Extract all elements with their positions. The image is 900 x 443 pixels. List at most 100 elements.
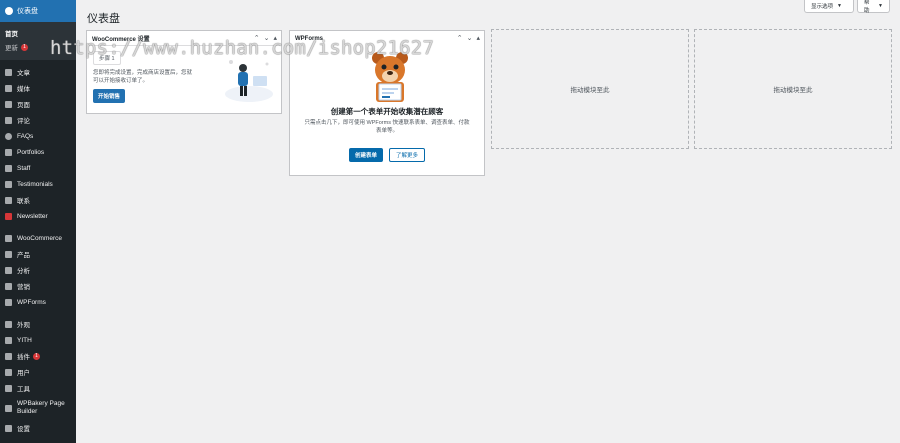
- learn-more-button[interactable]: 了解更多: [389, 148, 426, 162]
- sidebar-item-staff[interactable]: Staff: [0, 160, 76, 176]
- wpforms-description: 只需点击几下，即可使用 WPForms 快速联系表单、调查表单、付款表单等。: [304, 120, 470, 134]
- sidebar-item-label: 媒体: [17, 86, 30, 93]
- sidebar-item-label: 页面: [17, 102, 30, 109]
- widget-dropzone[interactable]: 拖动模块至此: [694, 29, 892, 149]
- help-button[interactable]: 帮助 ▼: [857, 0, 890, 14]
- faq-icon: [5, 132, 12, 140]
- move-down-icon[interactable]: ⌄: [264, 34, 270, 42]
- submenu-item-home[interactable]: 首页: [0, 26, 76, 40]
- sidebar-item-label: 分析: [17, 268, 30, 275]
- sidebar-item-label: 工具: [17, 386, 30, 393]
- sidebar-item-label: WPBakery Page Builder: [17, 400, 65, 415]
- appearance-icon: [5, 320, 12, 328]
- newsletter-icon: [5, 212, 12, 220]
- sidebar-item-label: 文章: [17, 70, 30, 77]
- pin-icon: [5, 68, 12, 76]
- sidebar-item-woocommerce[interactable]: WooCommerce: [0, 230, 76, 246]
- sidebar-item-label: 营销: [17, 284, 30, 291]
- sidebar-item-testimonials[interactable]: Testimonials: [0, 176, 76, 192]
- plugin-icon: [5, 352, 12, 360]
- caret-down-icon: ▼: [878, 3, 883, 9]
- screen-options-label: 显示选项: [811, 4, 834, 10]
- setup-illustration: [225, 60, 273, 102]
- sidebar-item-label: Newsletter: [17, 212, 48, 220]
- sidebar-item-users[interactable]: 用户: [0, 364, 76, 380]
- move-down-icon[interactable]: ⌄: [467, 34, 473, 42]
- main-content: 仪表盘 显示选项 ▼ 帮助 ▼ WooCommerce 设置 ⌃ ⌄ ▴ 步骤 1 …: [76, 0, 900, 443]
- sidebar-item-yith[interactable]: YITH: [0, 332, 76, 348]
- widget-body: 步骤 1 您即将完成设置，完成商店设置后，您就可以开始接收订单了。 开始销售: [87, 46, 281, 114]
- sidebar-item-faqs[interactable]: FAQs: [0, 128, 76, 144]
- wpbakery-icon: [5, 404, 12, 412]
- submenu-item-updates[interactable]: 更新 1: [0, 40, 76, 54]
- woocommerce-icon: [5, 234, 12, 242]
- move-up-icon[interactable]: ⌃: [254, 34, 260, 42]
- staff-icon: [5, 164, 12, 172]
- sidebar-item-dashboard[interactable]: 仪表盘: [0, 0, 76, 22]
- sidebar-item-label: 外观: [17, 322, 30, 329]
- sidebar-item-wpbakery[interactable]: WPBakery Page Builder: [0, 396, 76, 420]
- caret-down-icon: ▼: [837, 3, 842, 9]
- help-label: 帮助: [864, 0, 870, 14]
- analytics-icon: [5, 266, 12, 274]
- sidebar-item-newsletter[interactable]: Newsletter: [0, 208, 76, 224]
- sidebar-item-label: 设置: [17, 426, 30, 433]
- sidebar-item-analytics[interactable]: 分析: [0, 262, 76, 278]
- sidebar-item-label: 用户: [17, 370, 30, 377]
- sidebar-item-portfolios[interactable]: Portfolios: [0, 144, 76, 160]
- sidebar-item-comments[interactable]: 评论: [0, 112, 76, 128]
- sidebar-item-label: WooCommerce: [17, 234, 63, 242]
- submenu-label: 首页: [5, 31, 18, 38]
- sidebar-item-products[interactable]: 产品: [0, 246, 76, 262]
- sidebar-item-tools[interactable]: 工具: [0, 380, 76, 396]
- page-icon: [5, 100, 12, 108]
- sidebar-item-label: Portfolios: [17, 148, 45, 156]
- toggle-panel-icon[interactable]: ▴: [273, 34, 277, 42]
- marketing-icon: [5, 282, 12, 290]
- sidebar-item-label: 联系: [17, 198, 30, 205]
- toggle-panel-icon[interactable]: ▴: [476, 34, 480, 42]
- wpforms-heading: 创建第一个表单开始收集潜在顾客: [330, 107, 444, 116]
- setup-description: 您即将完成设置，完成商店设置后，您就可以开始接收订单了。: [93, 70, 193, 84]
- step-label: 步骤 1: [93, 51, 121, 65]
- move-up-icon[interactable]: ⌃: [457, 34, 463, 42]
- sidebar-item-contact[interactable]: 联系: [0, 192, 76, 208]
- dashboard-icon: [5, 7, 13, 15]
- testimonial-icon: [5, 180, 12, 188]
- sidebar-item-label: Staff: [17, 164, 31, 172]
- wpforms-bear-mascot-icon: [372, 52, 408, 102]
- plugin-update-badge: 1: [33, 352, 40, 360]
- sidebar-item-marketing[interactable]: 营销: [0, 278, 76, 294]
- start-selling-button[interactable]: 开始销售: [93, 89, 126, 103]
- widget-body: 创建第一个表单开始收集潜在顾客 只需点击几下，即可使用 WPForms 快速联系…: [290, 46, 484, 176]
- sidebar-item-media[interactable]: 媒体: [0, 80, 76, 96]
- dashboard-submenu: 首页 更新 1: [0, 22, 76, 60]
- sidebar-item-pages[interactable]: 页面: [0, 96, 76, 112]
- update-count-badge: 1: [21, 43, 28, 51]
- sidebar-item-appearance[interactable]: 外观: [0, 316, 76, 332]
- sidebar-item-label: Testimonials: [17, 180, 53, 188]
- sidebar-item-label: 插件: [17, 354, 30, 361]
- product-icon: [5, 250, 12, 258]
- widget-dropzone[interactable]: 拖动模块至此: [491, 29, 689, 149]
- sidebar-menu: 文章 媒体 页面 评论 FAQs Portfolios Staff Testim…: [0, 60, 76, 436]
- sidebar-item-label: YITH: [17, 336, 32, 344]
- sidebar-item-label: 产品: [17, 252, 30, 259]
- user-icon: [5, 368, 12, 376]
- media-icon: [5, 84, 12, 92]
- create-form-button[interactable]: 创建表单: [348, 148, 383, 162]
- woocommerce-setup-widget: WooCommerce 设置 ⌃ ⌄ ▴ 步骤 1 您即将完成设置，完成商店设置…: [86, 30, 282, 114]
- sidebar-item-posts[interactable]: 文章: [0, 64, 76, 80]
- widget-title: WooCommerce 设置: [92, 36, 150, 43]
- sidebar-item-plugins[interactable]: 插件 1: [0, 348, 76, 364]
- sidebar-item-label: 评论: [17, 118, 30, 125]
- widget-title: WPForms: [295, 35, 324, 42]
- portfolio-icon: [5, 148, 12, 156]
- yith-icon: [5, 336, 12, 344]
- tools-icon: [5, 384, 12, 392]
- settings-icon: [5, 424, 12, 432]
- sidebar-item-settings[interactable]: 设置: [0, 420, 76, 436]
- sidebar-item-wpforms[interactable]: WPForms: [0, 294, 76, 310]
- comment-icon: [5, 116, 12, 124]
- screen-options-button[interactable]: 显示选项 ▼: [804, 0, 854, 13]
